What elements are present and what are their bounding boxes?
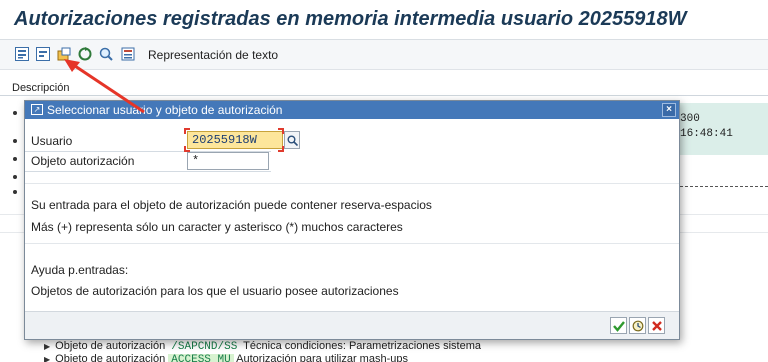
value-help-button[interactable] <box>284 131 300 149</box>
row-code: /SAPCND/SS <box>171 341 238 353</box>
expand-triangle-icon[interactable]: ▶ <box>44 355 50 362</box>
annotation-arrow <box>64 59 145 114</box>
text-representation-button[interactable]: Representación de texto <box>148 48 278 62</box>
section-divider <box>25 183 679 184</box>
separator-dashes <box>680 186 768 187</box>
select-user-dialog: ↗ Seleccionar usuario y objeto de autori… <box>24 100 680 340</box>
cancel-icon <box>651 320 662 331</box>
auth-object-label: Objeto autorización <box>31 154 135 168</box>
user-input[interactable]: 20255918W <box>187 131 283 149</box>
tree-row-sapcnd[interactable]: ▶ Objeto de autorización /SAPCND/SS Técni… <box>44 340 481 353</box>
tree-node-bullet <box>13 190 17 194</box>
tree-node-bullet <box>13 175 17 179</box>
expand-triangle-icon[interactable]: ▶ <box>44 342 50 351</box>
time-value: 16:48:41 <box>680 128 733 140</box>
cancel-button[interactable] <box>648 317 665 334</box>
execute-icon <box>632 320 643 331</box>
tree-node-bullet <box>13 111 17 115</box>
label-underline <box>25 171 271 172</box>
info-line-2: Más (+) representa sólo un caracter y as… <box>31 220 403 234</box>
tree-row-access-mu[interactable]: ▶ Objeto de autorización ACCESS_MU Autori… <box>44 353 408 362</box>
row-code: ACCESS_MU <box>168 354 234 362</box>
dialog-window-icon: ↗ <box>31 104 43 115</box>
row-prefix: Objeto de autorización <box>55 340 166 352</box>
search-icon <box>287 135 298 146</box>
row-prefix: Objeto de autorización <box>55 353 166 362</box>
confirm-button[interactable] <box>610 317 627 334</box>
checkmark-icon <box>612 320 625 332</box>
auth-object-input[interactable]: * <box>187 152 269 170</box>
tree-node-bullet <box>13 139 17 143</box>
focus-corner <box>184 128 190 134</box>
user-label: Usuario <box>31 134 73 148</box>
help-text: Objetos de autorización para los que el … <box>31 284 399 298</box>
title-bar: Autorizaciones registradas en memoria in… <box>0 0 768 40</box>
client-value: 300 <box>680 113 700 125</box>
page-title: Autorizaciones registradas en memoria in… <box>14 8 687 30</box>
dialog-footer <box>25 311 679 339</box>
info-line-1: Su entrada para el objeto de autorizació… <box>31 198 432 212</box>
row-description: Técnica condiciones: Parametrizaciones s… <box>243 340 481 352</box>
expand-all-icon[interactable] <box>14 46 30 62</box>
close-icon[interactable]: × <box>662 103 676 117</box>
tree-node-bullet <box>13 157 17 161</box>
collapse-all-icon[interactable] <box>35 46 51 62</box>
row-description: Autorización para utilizar mash-ups <box>236 353 408 362</box>
execute-button[interactable] <box>629 317 646 334</box>
section-divider <box>25 243 679 244</box>
help-heading: Ayuda p.entradas: <box>31 263 129 277</box>
